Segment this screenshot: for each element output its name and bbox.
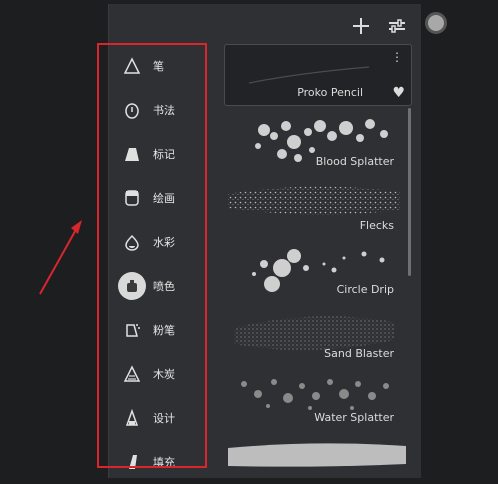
pen-icon [118, 52, 146, 80]
category-design[interactable]: 设计 [108, 396, 206, 440]
brush-name: Flecks [359, 219, 394, 232]
category-pen[interactable]: 笔 [108, 44, 206, 88]
favorite-heart-icon[interactable]: ♥ [392, 85, 405, 101]
category-fill[interactable]: 填充 [108, 440, 206, 484]
annotation-arrow [39, 220, 82, 295]
charcoal-icon [118, 360, 146, 388]
category-calligraphy[interactable]: 书法 [108, 88, 206, 132]
category-label: 木炭 [153, 368, 175, 381]
paint-icon [118, 184, 146, 212]
brush-row-sand-blaster[interactable]: Sand Blaster [224, 304, 404, 366]
panel-toolbar [109, 4, 421, 48]
brush-category-list: 笔 书法 标记 绘画 水彩 喷色 粉笔 木炭 设计 填充 [108, 44, 206, 469]
brush-name: Sand Blaster [324, 347, 394, 360]
category-watercolor[interactable]: 水彩 [108, 220, 206, 264]
canvas-right [420, 0, 498, 478]
brush-name: Water Splatter [314, 411, 394, 424]
brush-card-selected[interactable]: ⋮ ♥ Proko Pencil [224, 44, 412, 106]
color-picker-button[interactable] [425, 12, 447, 34]
sliders-icon[interactable] [385, 14, 409, 38]
brush-row-water-splatter[interactable]: Water Splatter [224, 368, 404, 430]
brush-row-blood-splatter[interactable]: Blood Splatter [224, 112, 404, 174]
calligraphy-icon [118, 96, 146, 124]
category-label: 书法 [153, 104, 175, 117]
category-label: 水彩 [153, 236, 175, 249]
more-options-icon[interactable]: ⋮ [391, 51, 403, 63]
brush-list-scrollbar[interactable] [408, 108, 411, 276]
category-label: 绘画 [153, 192, 175, 205]
watercolor-icon [118, 228, 146, 256]
brush-name: Circle Drip [336, 283, 394, 296]
marker-icon [118, 140, 146, 168]
partial-brush-preview [228, 443, 406, 467]
category-charcoal[interactable]: 木炭 [108, 352, 206, 396]
design-icon [118, 404, 146, 432]
brush-row-flecks[interactable]: Flecks [224, 176, 404, 238]
brush-name: Proko Pencil [297, 86, 363, 99]
category-label: 标记 [153, 148, 175, 161]
category-label: 喷色 [153, 280, 175, 293]
category-label: 填充 [153, 456, 175, 469]
category-label: 粉笔 [153, 324, 175, 337]
chalk-icon [118, 316, 146, 344]
category-paint[interactable]: 绘画 [108, 176, 206, 220]
brush-row-circle-drip[interactable]: Circle Drip [224, 240, 404, 302]
category-marker[interactable]: 标记 [108, 132, 206, 176]
brush-name: Blood Splatter [315, 155, 394, 168]
category-chalk[interactable]: 粉笔 [108, 308, 206, 352]
brush-row-partial[interactable] [226, 438, 408, 468]
category-label: 设计 [153, 412, 175, 425]
plus-icon[interactable] [349, 14, 373, 38]
category-label: 笔 [153, 60, 164, 73]
category-airbrush[interactable]: 喷色 [108, 264, 206, 308]
airbrush-icon [118, 272, 146, 300]
fill-icon [118, 448, 146, 476]
